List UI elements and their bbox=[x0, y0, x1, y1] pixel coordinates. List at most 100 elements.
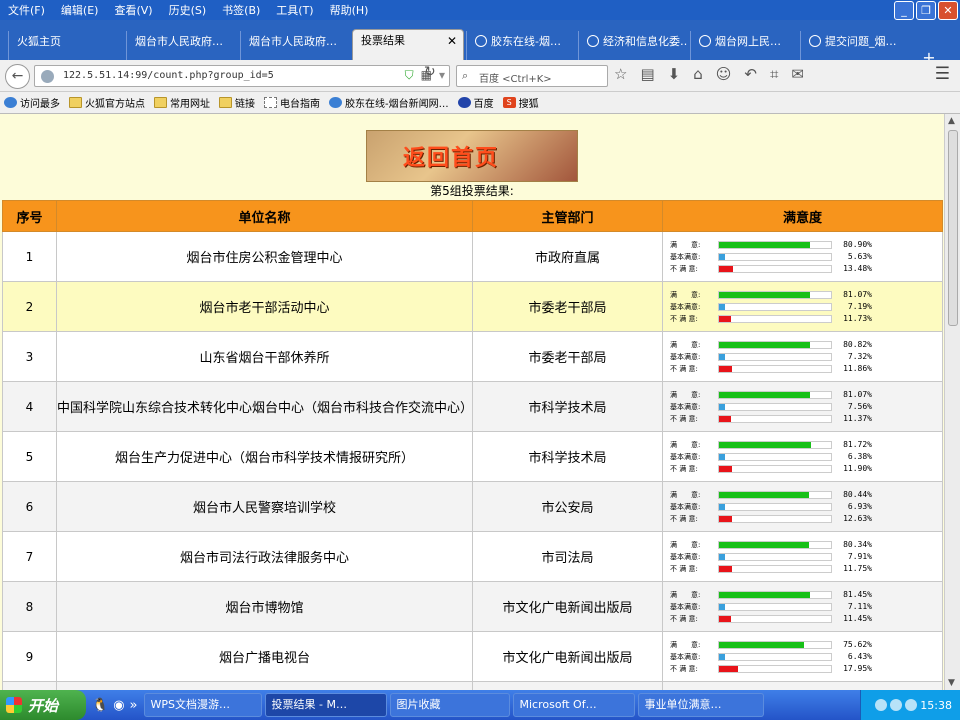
reading-list-icon[interactable]: ▤ bbox=[640, 65, 654, 83]
satisfaction-line: 不 满 意: 11.75% bbox=[670, 563, 942, 575]
menu-item[interactable]: 工具(T) bbox=[268, 2, 321, 18]
satisfaction-percent: 6.43% bbox=[847, 652, 872, 661]
vertical-scrollbar[interactable]: ▲ ▼ bbox=[944, 114, 960, 690]
department bbox=[472, 681, 663, 690]
bookmark-item[interactable]: 火狐官方站点 bbox=[69, 95, 145, 110]
tab[interactable]: 火狐主页 bbox=[8, 31, 124, 60]
satisfaction-line: 满 意: 80.90% bbox=[670, 239, 942, 251]
more-icon[interactable]: » bbox=[130, 698, 138, 713]
bookmark-item[interactable]: 访问最多 bbox=[4, 95, 60, 110]
satisfaction-line: 不 满 意: 13.48% bbox=[670, 263, 942, 275]
tab[interactable]: 胶东在线-烟… bbox=[466, 31, 576, 60]
table-row[interactable]: 4 中国科学院山东综合技术转化中心烟台中心（烟台市科技合作交流中心） 市科学技术局满… bbox=[2, 381, 943, 432]
taskbar-window-button[interactable]: 图片收藏 bbox=[389, 693, 510, 717]
chat-icon[interactable]: ✉ bbox=[791, 65, 804, 83]
hamburger-menu-icon[interactable]: ☰ bbox=[935, 64, 950, 84]
satisfaction-label: 不 满 意: bbox=[670, 514, 698, 523]
unit-name: 中国科学院山东综合技术转化中心烟台中心（烟台市科技合作交流中心） bbox=[56, 381, 473, 432]
unit-name bbox=[56, 681, 473, 690]
star-icon[interactable]: ☆ bbox=[614, 65, 627, 83]
satisfaction-line: 基本满意: 6.93% bbox=[670, 501, 942, 513]
back-button[interactable]: ← bbox=[5, 64, 30, 89]
bookmark-item[interactable]: 胶东在线-烟台新闻网… bbox=[329, 95, 449, 110]
table-row[interactable]: 5 烟台生产力促进中心（烟台市科学技术情报研究所） 市科学技术局满 意: 81.72%… bbox=[2, 431, 943, 482]
download-icon[interactable]: ⬇ bbox=[668, 65, 681, 83]
unit-name: 烟台广播电视台 bbox=[56, 631, 473, 682]
qq-icon[interactable]: 🐧 bbox=[92, 698, 108, 713]
bookmark-label: 访问最多 bbox=[20, 99, 60, 110]
taskbar-window-button[interactable]: Microsoft Of… bbox=[512, 693, 635, 717]
smiley-icon[interactable]: ☺ bbox=[716, 65, 732, 83]
row-number: 10 bbox=[2, 681, 57, 690]
satisfaction-bar-fill bbox=[719, 291, 810, 298]
scroll-down-icon[interactable]: ▼ bbox=[948, 678, 955, 688]
table-row[interactable]: 8 烟台市博物馆 市文化广电新闻出版局满 意: 81.45% 基本满意: 7.11% 不 满… bbox=[2, 581, 943, 632]
undo-icon[interactable]: ↶ bbox=[744, 65, 757, 83]
menu-item[interactable]: 历史(S) bbox=[161, 2, 215, 18]
tab[interactable]: 提交问题_烟… bbox=[800, 31, 910, 60]
tab-active[interactable]: 投票结果 ✕ bbox=[352, 29, 464, 60]
taskbar-window-button[interactable]: WPS文档漫游… bbox=[143, 693, 262, 717]
satisfaction-bar bbox=[718, 290, 832, 299]
tab[interactable]: 烟台市人民政府… bbox=[126, 31, 238, 60]
url-bar[interactable]: 122.5.51.14:99/count.php?group_id=5 ⛉ ▦ … bbox=[34, 65, 450, 87]
reload-icon[interactable]: ↻ bbox=[424, 64, 436, 80]
satisfaction-percent: 81.45% bbox=[843, 590, 872, 599]
menu-item[interactable]: 查看(V) bbox=[106, 2, 160, 18]
tray-icon[interactable] bbox=[905, 699, 918, 711]
maximize-button[interactable]: ❐ bbox=[916, 1, 936, 20]
bookmark-item[interactable]: 链接 bbox=[219, 95, 255, 110]
tray-icon[interactable] bbox=[890, 699, 903, 711]
menu-item[interactable]: 文件(F) bbox=[0, 2, 53, 18]
satisfaction-bar bbox=[718, 464, 832, 473]
menu-item[interactable]: 书签(B) bbox=[214, 2, 268, 18]
taskbar-window-button[interactable]: 事业单位满意… bbox=[637, 693, 764, 717]
menu-item[interactable]: 编辑(E) bbox=[53, 2, 107, 18]
table-row[interactable]: 1 烟台市住房公积金管理中心 市政府直属满 意: 80.90% 基本满意: 5.63% 不 … bbox=[2, 231, 943, 282]
shield-icon[interactable]: ⛉ bbox=[405, 68, 414, 83]
menu-item[interactable]: 帮助(H) bbox=[322, 2, 377, 18]
close-tab-icon[interactable]: ✕ bbox=[447, 30, 457, 52]
tab[interactable]: 烟台市人民政府… bbox=[240, 31, 350, 60]
satisfaction-bar-fill bbox=[719, 565, 732, 572]
home-banner-button[interactable]: 返回首页 bbox=[366, 130, 578, 182]
search-input[interactable]: 百度 <Ctrl+K> bbox=[479, 70, 552, 85]
tab[interactable]: 烟台网上民… bbox=[690, 31, 798, 60]
satisfaction-percent: 11.45% bbox=[843, 614, 872, 623]
satisfaction-label: 基本满意: bbox=[670, 652, 701, 661]
start-button[interactable]: 开始 bbox=[0, 690, 86, 720]
scroll-up-icon[interactable]: ▲ bbox=[948, 116, 955, 126]
firefox-icon[interactable]: ◉ bbox=[113, 698, 124, 713]
minimize-button[interactable]: _ bbox=[894, 1, 914, 20]
satisfaction-bar bbox=[718, 352, 832, 361]
bookmark-item[interactable]: S 搜狐 bbox=[502, 95, 539, 110]
dropdown-arrow-icon[interactable]: ▾ bbox=[439, 68, 445, 83]
tray-icon[interactable] bbox=[875, 699, 888, 711]
tab-label: 胶东在线-烟… bbox=[491, 35, 561, 48]
taskbar-window-button[interactable]: 投票结果 - M… bbox=[264, 693, 387, 717]
satisfaction-percent: 11.75% bbox=[843, 564, 872, 573]
url-text[interactable]: 122.5.51.14:99/count.php?group_id=5 bbox=[63, 70, 274, 81]
bookmark-item[interactable]: 百度 bbox=[457, 95, 494, 110]
satisfaction-label: 不 满 意: bbox=[670, 314, 698, 323]
satisfaction-label: 满 意: bbox=[670, 290, 701, 299]
search-box[interactable]: ⌕ 百度 <Ctrl+K> bbox=[456, 65, 608, 87]
bookmark-item[interactable]: 电台指南 bbox=[264, 95, 320, 110]
table-row[interactable]: 6 烟台市人民警察培训学校 市公安局满 意: 80.44% 基本满意: 6.93% 不 满 … bbox=[2, 481, 943, 532]
crop-icon[interactable]: ⌗ bbox=[770, 65, 778, 83]
table-row[interactable]: 9 烟台广播电视台 市文化广电新闻出版局满 意: 75.62% 基本满意: 6.43% 不 … bbox=[2, 631, 943, 682]
table-row[interactable]: 3 山东省烟台干部休养所 市委老干部局满 意: 80.82% 基本满意: 7.32% 不 满… bbox=[2, 331, 943, 382]
satisfaction-line: 基本满意: 7.19% bbox=[670, 301, 942, 313]
table-row[interactable]: 10 满 意:76.80%基本满意:不 满 意: bbox=[2, 681, 943, 690]
close-window-button[interactable]: ✕ bbox=[938, 1, 958, 20]
table-row[interactable]: 7 烟台市司法行政法律服务中心 市司法局满 意: 80.34% 基本满意: 7.91% 不 … bbox=[2, 531, 943, 582]
row-number: 3 bbox=[2, 331, 57, 382]
scroll-thumb[interactable] bbox=[948, 130, 958, 326]
satisfaction-bar bbox=[718, 390, 832, 399]
bookmark-label: 常用网址 bbox=[170, 99, 210, 110]
table-row[interactable]: 2 烟台市老干部活动中心 市委老干部局满 意: 81.07% 基本满意: 7.19% 不 满… bbox=[2, 281, 943, 332]
home-icon[interactable]: ⌂ bbox=[693, 65, 703, 83]
bookmark-label: 火狐官方站点 bbox=[85, 99, 145, 110]
bookmark-item[interactable]: 常用网址 bbox=[154, 95, 210, 110]
tab[interactable]: 经济和信息化委… bbox=[578, 31, 688, 60]
